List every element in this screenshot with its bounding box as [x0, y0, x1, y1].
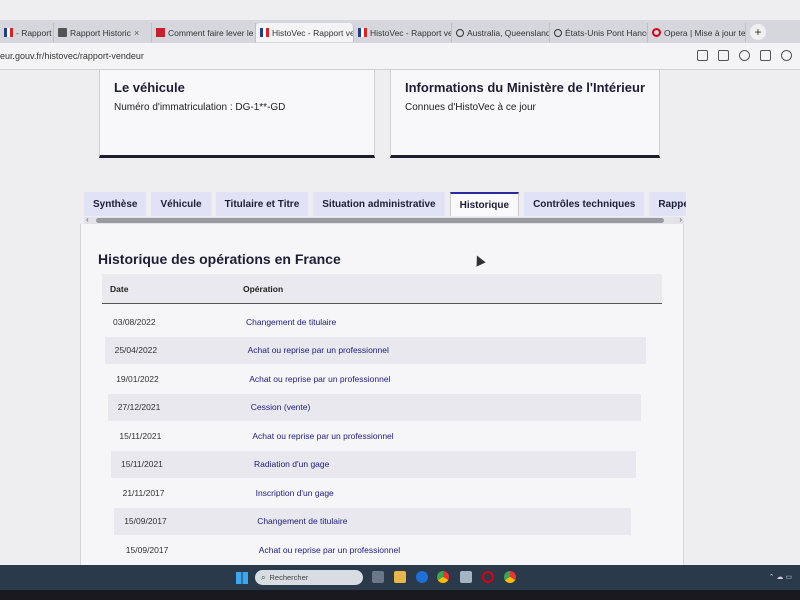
operation-label: Achat ou reprise par un professionnel: [252, 430, 394, 441]
doc-icon: [58, 28, 67, 37]
flag-icon: [358, 28, 367, 37]
history-title: Historique des opérations en France: [98, 251, 341, 267]
url-text[interactable]: eur.gouv.fr/histovec/rapport-vendeur: [0, 51, 144, 61]
table-row: 25/04/2022 Achat ou reprise par un profes…: [104, 336, 646, 364]
pdf-icon: [156, 28, 165, 37]
browser-tab[interactable]: Opera | Mise à jour termi×: [648, 23, 746, 42]
operation-date: 27/12/2021: [117, 402, 161, 412]
camera-icon[interactable]: [718, 50, 729, 61]
tab-situation-administrative[interactable]: Situation administrative: [313, 192, 445, 216]
scroll-right-icon[interactable]: ›: [679, 215, 682, 224]
taskbar-search[interactable]: ⌕ Rechercher: [255, 570, 363, 585]
chrome-icon[interactable]: [437, 571, 449, 583]
operation-label: Radiation d'un gage: [254, 459, 330, 469]
operation-label: Cession (vente): [250, 402, 311, 412]
operation-label: Changement de titulaire: [257, 516, 348, 526]
operation-label: Achat ou reprise par un professionnel: [247, 345, 389, 355]
registration-number: Numéro d'immatriculation : DG-1**-GD: [114, 102, 286, 113]
tab-controles-techniques[interactable]: Contrôles techniques: [524, 192, 645, 216]
tab-titulaire-et-titre[interactable]: Titulaire et Titre: [215, 192, 309, 216]
table-row: 15/11/2021 Achat ou reprise par un profes…: [109, 422, 638, 449]
browser-tab-label: États-Unis Pont Hancock-C: [565, 27, 647, 38]
browser-tab-strip: - Rapport vende×Rapport Historic×Comment…: [0, 20, 800, 43]
browser-tab-label: Comment faire lever le ga: [168, 27, 256, 38]
history-panel: Historique des opérations en France Date…: [80, 224, 684, 600]
profile-icon[interactable]: [781, 50, 792, 61]
skype-icon[interactable]: [416, 571, 428, 583]
opera-icon[interactable]: [482, 571, 494, 583]
shield-icon[interactable]: [739, 50, 750, 61]
windows-taskbar: ⌕ Rechercher ⌃ ☁ ▭: [0, 565, 800, 590]
app-icon[interactable]: [460, 571, 472, 583]
system-tray-icon[interactable]: ⌃ ☁ ▭: [769, 573, 792, 581]
report-tabs: Synthèse Véhicule Titulaire et Titre Situat…: [84, 192, 686, 217]
tab-synthese[interactable]: Synthèse: [84, 192, 147, 216]
tab-historique[interactable]: Historique: [449, 192, 520, 216]
browser-tab[interactable]: HistoVec - Rapport vende×: [354, 23, 452, 42]
operation-date: 15/11/2021: [119, 430, 162, 441]
column-date: Date: [110, 283, 129, 294]
table-row: 03/08/2022 Changement de titulaire: [103, 308, 648, 335]
browser-tab-label: HistoVec - Rapport vende: [370, 27, 452, 38]
browser-tab[interactable]: HistoVec - Rapport vende×: [256, 23, 354, 42]
table-row: 15/09/2017 Changement de titulaire: [114, 507, 632, 535]
browser-tab-label: Australia, Queensland, Wh: [467, 27, 550, 38]
table-row: 27/12/2021 Cession (vente): [107, 393, 641, 421]
browser-tab[interactable]: Australia, Queensland, Wh×: [452, 23, 550, 42]
table-row: 15/09/2017 Achat ou reprise par un profes…: [116, 536, 629, 563]
monitor-bezel: [0, 590, 800, 600]
browser-tab-label: - Rapport vende: [16, 27, 53, 38]
browser-tab[interactable]: Comment faire lever le ga×: [152, 23, 256, 42]
ministry-card-text: Connues d'HistoVec à ce jour: [405, 102, 536, 113]
task-view-icon[interactable]: [372, 571, 384, 583]
table-row: 19/01/2022 Achat ou reprise par un profes…: [106, 365, 643, 392]
browser-tab[interactable]: États-Unis Pont Hancock-C×: [550, 23, 648, 42]
taskbar-search-placeholder: Rechercher: [269, 573, 309, 582]
search-icon: ⌕: [261, 572, 266, 582]
tab-rappels-constructeur[interactable]: Rappels constructeur: [649, 192, 686, 216]
tab-vehicule[interactable]: Véhicule: [151, 192, 211, 216]
new-tab-button[interactable]: +: [750, 23, 766, 40]
search-icon: [456, 28, 464, 37]
operation-date: 15/09/2017: [125, 544, 169, 555]
download-icon[interactable]: [760, 50, 771, 61]
table-row: 21/11/2017 Inscription d'un gage: [113, 479, 634, 506]
browser-tab[interactable]: - Rapport vende×: [0, 23, 54, 42]
operation-label: Inscription d'un gage: [255, 487, 334, 498]
scroll-left-icon[interactable]: ‹: [86, 215, 89, 224]
column-operation: Opération: [243, 283, 284, 294]
address-bar-actions: [697, 50, 792, 61]
ministry-card-title: Informations du Ministère de l'Intérieur: [405, 80, 646, 95]
operation-label: Achat ou reprise par un professionnel: [249, 373, 391, 384]
operation-date: 25/04/2022: [114, 345, 158, 355]
close-icon[interactable]: ×: [134, 28, 139, 38]
table-row: 15/11/2021 Radiation d'un gage: [111, 450, 636, 478]
operation-date: 21/11/2017: [122, 487, 165, 498]
send-icon[interactable]: [697, 50, 708, 61]
search-icon: [554, 28, 562, 37]
address-bar[interactable]: eur.gouv.fr/histovec/rapport-vendeur: [0, 43, 800, 70]
browser-tab-label: Opera | Mise à jour termi: [664, 27, 746, 38]
browser-tab[interactable]: Rapport Historic ×: [54, 23, 152, 42]
operation-date: 15/09/2017: [124, 516, 167, 526]
browser-tab-label: HistoVec - Rapport vende: [272, 27, 354, 38]
tabs-scrollbar[interactable]: ‹ ›: [84, 215, 684, 224]
operation-date: 19/01/2022: [116, 373, 159, 384]
chrome-alt-icon[interactable]: [504, 571, 516, 583]
flag-icon: [4, 28, 13, 37]
browser-tab-label: Rapport Historic: [70, 27, 131, 38]
windows-start-icon[interactable]: [236, 572, 248, 584]
operation-label: Achat ou reprise par un professionnel: [258, 544, 401, 555]
operation-label: Changement de titulaire: [246, 316, 337, 327]
flag-icon: [260, 28, 269, 37]
operation-date: 03/08/2022: [113, 316, 156, 327]
ministry-card: Informations du Ministère de l'Intérieur…: [390, 70, 660, 158]
history-table-header: Date Opération: [102, 274, 662, 304]
operation-date: 15/11/2021: [121, 459, 163, 469]
file-explorer-icon[interactable]: [394, 571, 406, 583]
opera-icon: [652, 28, 661, 37]
vehicle-card: Le véhicule Numéro d'immatriculation : D…: [99, 70, 375, 158]
scrollbar-thumb[interactable]: [96, 218, 664, 223]
vehicle-card-title: Le véhicule: [114, 80, 185, 95]
